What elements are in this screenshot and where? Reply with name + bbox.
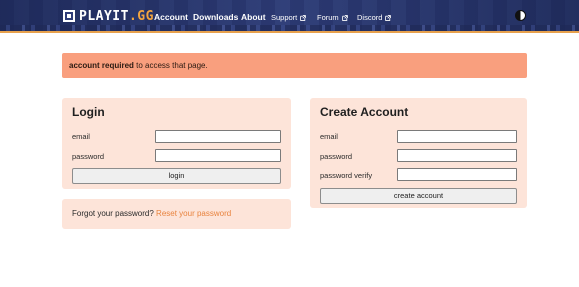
create-account-title: Create Account (320, 105, 409, 119)
alert-bold-text: account required (69, 61, 134, 70)
logo[interactable]: PLAYIT.GG (63, 8, 154, 24)
account-required-alert: account required to access that page. (62, 53, 527, 78)
nav-forum[interactable]: Forum (317, 13, 348, 22)
forgot-password-text: Forgot your password? Reset your passwor… (72, 209, 231, 218)
create-password-verify-input[interactable] (397, 168, 517, 181)
login-button[interactable]: login (72, 168, 281, 184)
create-email-label: email (320, 132, 338, 141)
create-password-input[interactable] (397, 149, 517, 162)
nav-discord-label: Discord (357, 13, 383, 22)
nav-account-label: Account (154, 12, 188, 22)
create-account-button[interactable]: create account (320, 188, 517, 204)
nav-account[interactable]: Account (154, 12, 188, 22)
login-email-label: email (72, 132, 90, 141)
login-password-input[interactable] (155, 149, 281, 162)
contrast-icon[interactable] (515, 10, 526, 21)
login-email-input[interactable] (155, 130, 281, 143)
nav-downloads-label: Downloads (193, 12, 239, 22)
login-card: Login email password login (62, 98, 291, 189)
external-link-icon (300, 15, 307, 21)
forgot-password-prompt: Forgot your password? (72, 209, 157, 218)
nav-downloads[interactable]: Downloads (193, 12, 238, 22)
nav-support[interactable]: Support (271, 13, 307, 22)
logo-text: PLAYIT.GG (79, 9, 154, 24)
computer-logo-icon (63, 10, 75, 22)
logo-text-main: PLAYIT (79, 8, 129, 24)
create-account-card: Create Account email password password v… (310, 98, 527, 208)
external-link-icon (341, 15, 348, 21)
alert-text: to access that page. (133, 61, 208, 70)
nav-support-label: Support (271, 13, 298, 22)
create-email-input[interactable] (397, 130, 517, 143)
nav-about-label: About (241, 12, 266, 22)
create-password-verify-label: password verify (320, 171, 373, 180)
logo-text-accent: .GG (128, 8, 154, 24)
forgot-password-card: Forgot your password? Reset your passwor… (62, 199, 291, 229)
nav-about[interactable]: About (241, 12, 266, 22)
nav-discord[interactable]: Discord (357, 13, 392, 22)
nav-forum-label: Forum (317, 13, 339, 22)
top-navbar: PLAYIT.GG Account Downloads About Suppor… (0, 0, 579, 33)
login-password-label: password (72, 152, 105, 161)
create-password-label: password (320, 152, 353, 161)
reset-password-link[interactable]: Reset your password (156, 209, 231, 218)
login-title: Login (72, 105, 105, 119)
external-link-icon (385, 15, 392, 21)
